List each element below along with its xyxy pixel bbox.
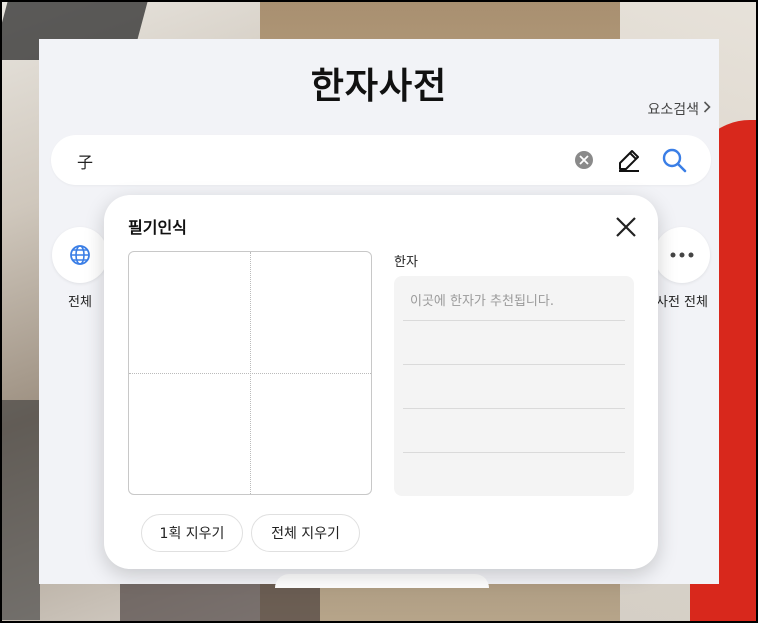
category-more-label: 사전 전체 <box>656 295 708 310</box>
chevron-right-icon <box>703 101 711 117</box>
search-icon[interactable] <box>661 147 687 173</box>
handwriting-canvas[interactable] <box>128 251 372 495</box>
close-icon[interactable] <box>614 215 638 239</box>
search-input[interactable] <box>75 147 559 175</box>
clear-icon[interactable] <box>575 151 593 169</box>
category-all-label: 전체 <box>68 295 92 310</box>
candidate-list: 이곳에 한자가 추천됩니다. <box>394 276 634 496</box>
handwriting-pen-icon[interactable] <box>617 148 641 172</box>
candidate-placeholder: 이곳에 한자가 추천됩니다. <box>410 294 554 309</box>
hidden-card-edge <box>275 574 489 588</box>
modal-title: 필기인식 <box>128 218 187 237</box>
handwriting-modal: 필기인식 한자 이곳에 한자가 추천됩니다. 1획 지우기 전체 지우기 <box>104 195 658 569</box>
globe-icon <box>70 245 90 265</box>
page-title: 한자사전 <box>310 66 448 107</box>
search-bar <box>51 135 711 185</box>
category-all-button[interactable] <box>52 227 108 283</box>
category-more-button[interactable] <box>654 227 710 283</box>
element-search-label: 요소검색 <box>647 102 699 118</box>
undo-stroke-button[interactable]: 1획 지우기 <box>141 514 243 552</box>
clear-all-button[interactable]: 전체 지우기 <box>251 514 360 552</box>
hanja-label: 한자 <box>394 255 418 270</box>
element-search-link[interactable]: 요소검색 <box>647 99 711 119</box>
more-icon <box>670 252 694 258</box>
